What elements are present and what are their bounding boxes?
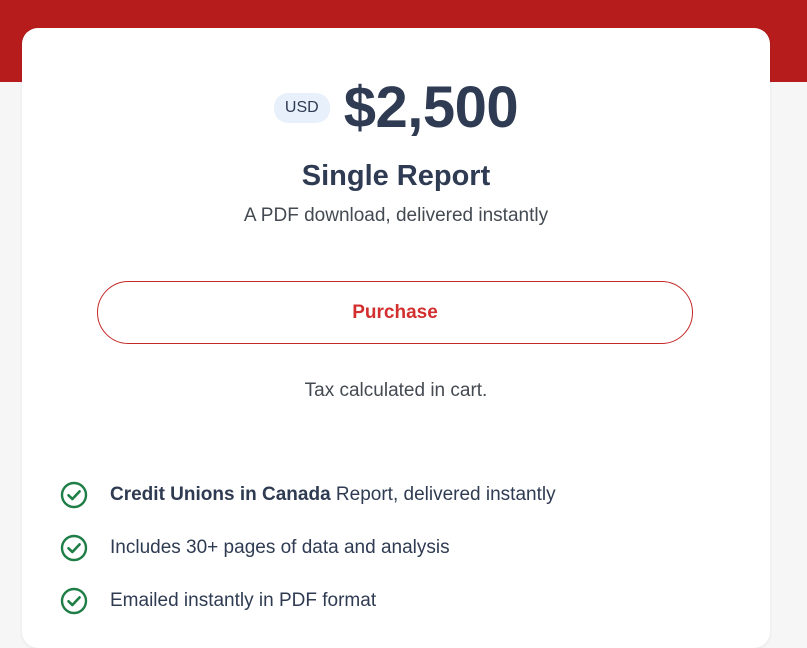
feature-item: Includes 30+ pages of data and analysis bbox=[60, 521, 556, 574]
feature-plain-text: Report, delivered instantly bbox=[330, 483, 556, 505]
purchase-button[interactable]: Purchase bbox=[97, 281, 693, 344]
check-circle-icon bbox=[60, 587, 88, 615]
check-circle-icon bbox=[60, 534, 88, 562]
tax-note: Tax calculated in cart. bbox=[304, 380, 488, 401]
feature-item: Credit Unions in Canada Report, delivere… bbox=[60, 468, 556, 521]
pricing-card: USD $2,500 Single Report A PDF download,… bbox=[22, 28, 770, 648]
price: $2,500 bbox=[343, 75, 519, 140]
feature-text: Credit Unions in Canada Report, delivere… bbox=[110, 483, 556, 507]
feature-text: Emailed instantly in PDF format bbox=[110, 589, 377, 611]
feature-text: Includes 30+ pages of data and analysis bbox=[110, 536, 450, 558]
feature-list: Credit Unions in Canada Report, delivere… bbox=[60, 468, 556, 627]
feature-item: Emailed instantly in PDF format bbox=[60, 574, 556, 627]
price-row: USD $2,500 bbox=[22, 74, 770, 142]
currency-badge: USD bbox=[273, 93, 330, 123]
plan-subtitle: A PDF download, delivered instantly bbox=[243, 205, 549, 226]
check-circle-icon bbox=[60, 481, 88, 509]
feature-bold-text: Credit Unions in Canada bbox=[110, 483, 331, 505]
plan-title: Single Report bbox=[301, 160, 491, 192]
